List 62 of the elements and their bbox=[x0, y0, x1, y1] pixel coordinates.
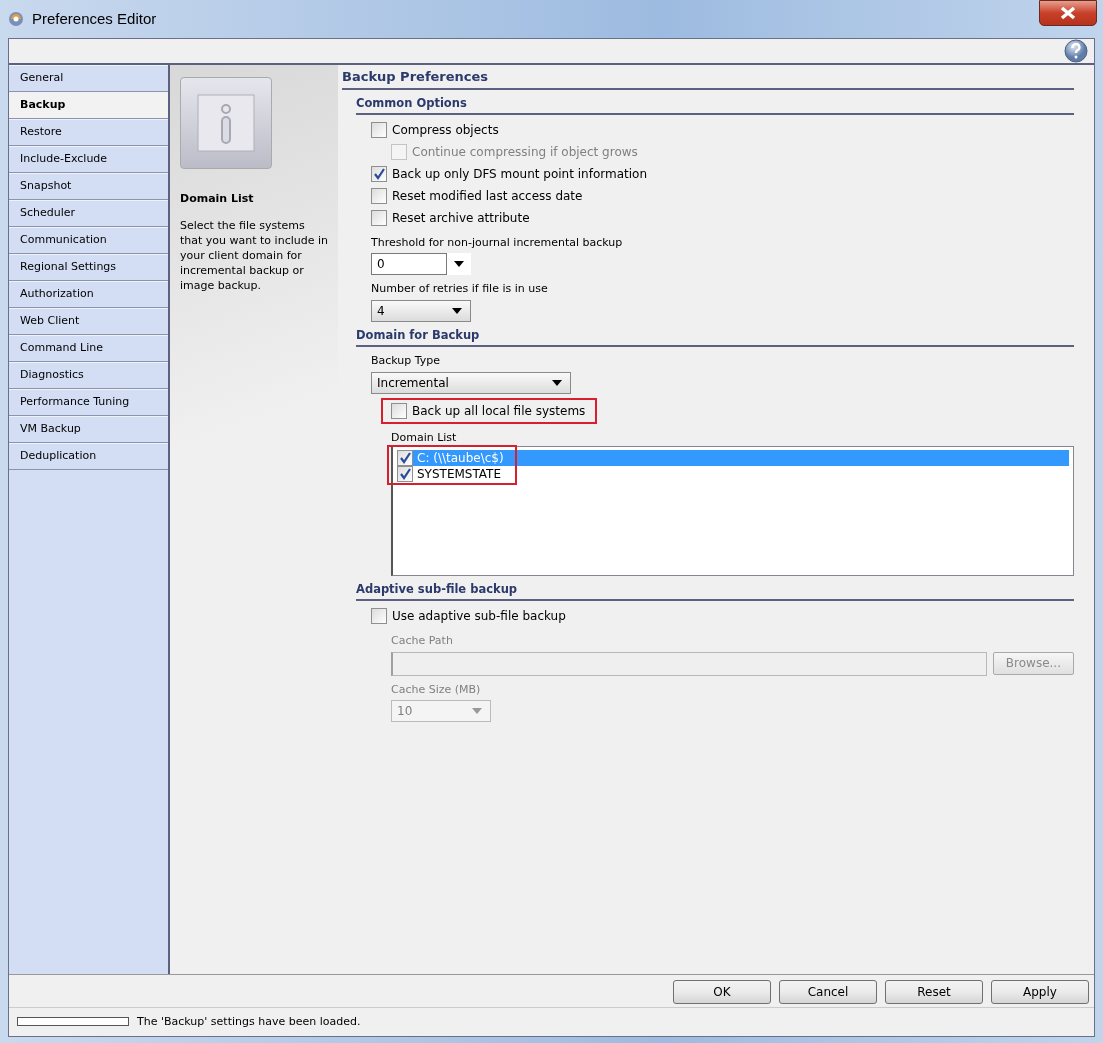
dropdown-arrow-icon bbox=[454, 261, 464, 268]
field-label: Number of retries if file is in use bbox=[371, 281, 549, 298]
field-label: Backup Type bbox=[371, 353, 442, 369]
checkbox[interactable]: Back up only DFS mount point information bbox=[371, 162, 1074, 185]
sidebar-item[interactable]: Deduplication bbox=[9, 443, 168, 470]
sidebar-item[interactable]: Restore bbox=[9, 119, 168, 146]
dialog-button[interactable]: OK bbox=[673, 979, 771, 1004]
app-icon bbox=[8, 11, 24, 27]
sidebar-item[interactable]: Performance Tuning bbox=[9, 389, 168, 416]
sidebar-item[interactable]: VM Backup bbox=[9, 416, 168, 443]
sidebar-item[interactable]: Command Line bbox=[9, 335, 168, 362]
field-label: Cache Path bbox=[391, 633, 454, 650]
close-button[interactable] bbox=[1039, 0, 1097, 26]
checkbox[interactable]: Reset archive attribute bbox=[371, 206, 1074, 229]
dialog-button[interactable]: Reset bbox=[885, 979, 983, 1004]
checkbox: Continue compressing if object grows bbox=[391, 140, 1074, 163]
dropdown-arrow-icon bbox=[472, 708, 482, 715]
sidebar-item[interactable]: Backup bbox=[9, 92, 168, 119]
sidebar-item[interactable]: Scheduler bbox=[9, 200, 168, 227]
list-item-label: SYSTEMSTATE bbox=[417, 466, 502, 483]
list-item[interactable]: SYSTEMSTATE bbox=[397, 466, 1069, 482]
sidebar-item[interactable]: Snapshot bbox=[9, 173, 168, 200]
checkbox[interactable]: Back up all local file systems bbox=[391, 399, 586, 422]
checkbox[interactable] bbox=[397, 450, 413, 466]
sidebar-item[interactable]: General bbox=[9, 65, 168, 92]
dropdown: 10 bbox=[391, 700, 491, 723]
info-title: Domain List bbox=[180, 191, 255, 207]
sidebar-item[interactable]: Include-Exclude bbox=[9, 146, 168, 173]
section-title: Domain for Backup bbox=[356, 321, 1074, 347]
sidebar-item[interactable]: Authorization bbox=[9, 281, 168, 308]
dropdown[interactable]: Incremental bbox=[371, 371, 571, 394]
check-icon bbox=[373, 167, 385, 180]
sidebar-item[interactable]: Regional Settings bbox=[9, 254, 168, 281]
checkbox[interactable] bbox=[397, 466, 413, 482]
checkbox[interactable]: Compress objects bbox=[371, 118, 1074, 141]
section-title: Common Options bbox=[356, 89, 1074, 115]
close-icon bbox=[1059, 6, 1077, 20]
sidebar-item[interactable]: Diagnostics bbox=[9, 362, 168, 389]
value-field[interactable]: 0 bbox=[371, 253, 447, 276]
checkbox[interactable]: Use adaptive sub-file backup bbox=[371, 605, 1074, 628]
dropdown-arrow-icon bbox=[552, 379, 562, 386]
info-icon bbox=[180, 77, 272, 169]
dialog-button[interactable]: Cancel bbox=[779, 979, 877, 1004]
dropdown-arrow-icon bbox=[452, 307, 462, 314]
check-icon bbox=[399, 452, 411, 464]
dropdown[interactable]: 4 bbox=[371, 299, 471, 322]
field-label: Domain List bbox=[391, 429, 458, 446]
check-icon bbox=[399, 468, 411, 480]
dialog-button[interactable]: Apply bbox=[991, 979, 1089, 1004]
field-label: Threshold for non-journal incremental backup bbox=[371, 234, 624, 251]
status-message: The 'Backup' settings have been loaded. bbox=[137, 1013, 361, 1030]
dropdown-button[interactable] bbox=[447, 253, 471, 276]
section-title: Adaptive sub-file backup bbox=[356, 576, 1074, 602]
list-item-label: C: (\\taube\c$) bbox=[417, 450, 504, 467]
field-label: Cache Size (MB) bbox=[391, 681, 482, 698]
help-icon bbox=[1064, 39, 1088, 63]
window-title: Preferences Editor bbox=[32, 8, 157, 29]
info-text: Select the file systems that you want to include in your client domain for incremental backup or image backup. bbox=[180, 217, 328, 293]
sidebar-item[interactable]: Communication bbox=[9, 227, 168, 254]
sidebar-item[interactable]: Web Client bbox=[9, 308, 168, 335]
page-title: Backup Preferences bbox=[342, 67, 1074, 90]
checkbox[interactable]: Reset modified last access date bbox=[371, 184, 1074, 207]
